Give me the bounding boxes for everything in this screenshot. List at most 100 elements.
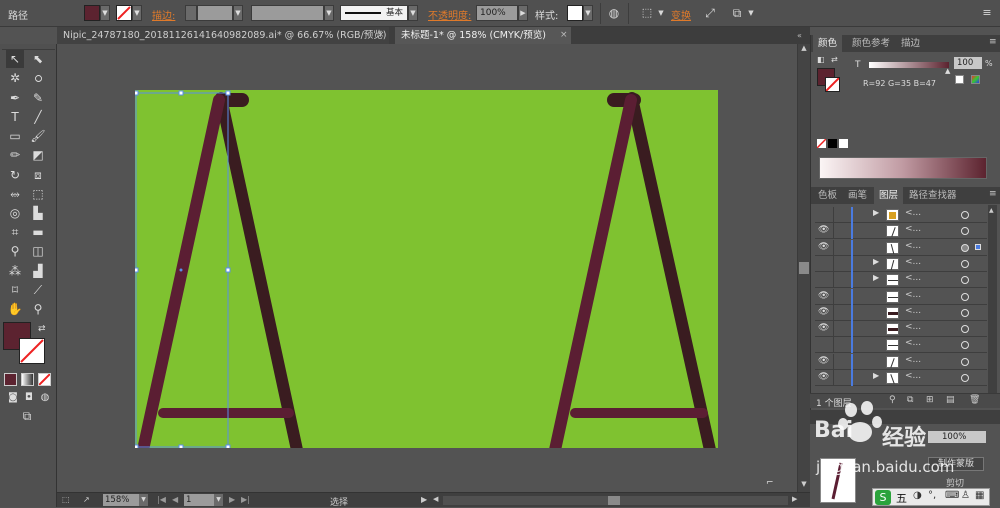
bbox-handle[interactable] (225, 267, 231, 273)
recolor-artwork-icon[interactable]: ◍ (605, 5, 623, 21)
screen-mode-icon[interactable]: ⧉ (16, 407, 38, 425)
target-circle-icon[interactable] (961, 211, 969, 219)
artboard-tool-icon[interactable]: ⌑ (6, 281, 24, 299)
opacity-label[interactable]: 不透明度: (428, 7, 471, 22)
transform-link[interactable]: 变换 (671, 7, 691, 22)
hscroll-left-icon[interactable]: ◀ (433, 495, 438, 503)
ime-mode-label[interactable]: 五 (896, 490, 907, 506)
visibility-toggle[interactable] (818, 210, 829, 219)
layers-scroll-up[interactable]: ▲ (989, 207, 996, 215)
visibility-eye-icon[interactable]: 👁 (818, 226, 829, 235)
horizontal-scroll-track[interactable] (443, 496, 788, 505)
eyedropper-tool-icon[interactable]: ⚲ (6, 242, 24, 260)
scale-tool-icon[interactable]: ⧈ (29, 166, 47, 184)
symbol-sprayer-tool-icon[interactable]: ⁂ (6, 262, 24, 280)
layer-row[interactable]: 👁 <... (815, 321, 987, 338)
slice-tool-icon[interactable]: ⟋ (29, 281, 47, 299)
layer-name[interactable]: <... (905, 355, 921, 365)
brush-definition[interactable]: 基本 (340, 5, 408, 21)
opacity-input[interactable]: 100% (476, 5, 518, 21)
layer-name[interactable]: <... (905, 290, 921, 300)
layer-name[interactable]: <... (905, 208, 921, 218)
artboard[interactable] (133, 90, 718, 456)
ime-user-icon[interactable]: ♙ (961, 490, 970, 501)
tab-document-2[interactable]: 未标题-1* @ 158% (CMYK/预览) (395, 27, 571, 44)
target-circle-icon[interactable] (961, 292, 969, 301)
bbox-handle[interactable] (225, 444, 231, 450)
bbox-handle[interactable] (225, 90, 231, 96)
expand-arrow-icon[interactable]: ▶ (873, 208, 879, 217)
transparency-thumbnail[interactable] (820, 458, 856, 503)
delete-layer-icon[interactable]: 🗑 (969, 395, 980, 405)
stroke-weight-stepper[interactable] (185, 5, 197, 21)
layer-row[interactable]: 👁 ▶ <... (815, 370, 987, 386)
hscroll-right-icon[interactable]: ▶ (792, 495, 797, 503)
layer-name[interactable]: <... (905, 371, 921, 381)
easel-front-leg[interactable] (137, 94, 225, 456)
panel-menu-icon[interactable]: ≡ (989, 189, 997, 199)
gradient-tool-icon[interactable]: ▬ (29, 223, 47, 241)
tab-overflow-icon[interactable]: « (797, 31, 802, 40)
stroke-swatch[interactable] (116, 5, 132, 21)
tab-pathfinder[interactable]: 路径查找器 (904, 187, 962, 204)
arrange-dropdown-icon[interactable]: ▼ (742, 5, 760, 21)
layer-row[interactable]: ▶ <... (815, 272, 987, 289)
layer-name[interactable]: <... (905, 306, 921, 316)
default-colors-icon[interactable]: ◧ (817, 55, 825, 64)
transparency-opacity-input[interactable]: 100% (928, 431, 986, 443)
stroke-weight-input[interactable] (197, 5, 233, 21)
easel-back-leg[interactable] (215, 92, 303, 456)
ime-toolbar[interactable]: S 五 ◑ °, ⌨ ♙ ▦ (872, 488, 990, 506)
next-artboard-icon[interactable]: ▶ (229, 495, 235, 504)
layer-name[interactable]: <... (905, 322, 921, 332)
target-circle-icon[interactable] (961, 341, 969, 350)
tint-slider-thumb[interactable]: ▲ (945, 67, 950, 75)
color-stroke-box[interactable] (825, 77, 840, 92)
scroll-thumb[interactable] (799, 262, 809, 274)
zoom-tool-icon[interactable]: ⚲ (29, 300, 47, 318)
layer-row[interactable]: 👁 <... (815, 223, 987, 240)
expand-arrow-icon[interactable]: ▶ (873, 371, 879, 380)
target-circle-icon[interactable] (961, 357, 969, 366)
color-spectrum-bar[interactable] (819, 157, 987, 179)
gradient-mode-icon[interactable] (21, 373, 34, 386)
column-graph-tool-icon[interactable]: ▟ (29, 262, 47, 280)
tab-stroke[interactable]: 描边 (896, 35, 925, 52)
mesh-tool-icon[interactable]: ⌗ (6, 223, 24, 241)
bbox-handle[interactable] (178, 444, 184, 450)
first-artboard-icon[interactable]: |◀ (157, 495, 166, 504)
target-circle-icon[interactable] (961, 276, 969, 285)
blend-tool-icon[interactable]: ◫ (29, 242, 47, 260)
perspective-grid-tool-icon[interactable]: ▙ (29, 204, 47, 222)
shape-builder-tool-icon[interactable]: ◎ (6, 204, 24, 222)
visibility-eye-icon[interactable]: 👁 (818, 242, 829, 252)
opacity-dropdown[interactable]: ▶ (518, 5, 528, 21)
layer-row[interactable]: ▶ <... (815, 207, 987, 223)
easel-back-leg[interactable] (626, 92, 716, 456)
target-circle-icon[interactable] (961, 374, 969, 382)
visibility-eye-icon[interactable]: 👁 (818, 373, 829, 382)
tint-input[interactable]: 100 (954, 57, 982, 69)
width-tool-icon[interactable]: ⥈ (6, 185, 24, 203)
make-mask-button[interactable]: 制作蒙版 (928, 457, 984, 471)
new-sublayer-icon[interactable]: ⊞ (926, 395, 934, 405)
variable-width-dropdown[interactable]: ▼ (324, 5, 334, 21)
zoom-input[interactable]: 158% (103, 494, 139, 506)
layer-name[interactable]: <... (905, 338, 921, 348)
fill-dropdown[interactable]: ▼ (100, 5, 110, 21)
easel-front-leg[interactable] (549, 94, 637, 456)
paintbrush-tool-icon[interactable]: 🖌 (29, 127, 47, 145)
new-layer-icon[interactable]: ▤ (946, 395, 955, 405)
bbox-handle[interactable] (178, 90, 184, 96)
isolate-selected-icon[interactable]: ⤢ (701, 5, 719, 21)
black-swatch[interactable] (828, 139, 837, 148)
visibility-toggle[interactable] (818, 340, 829, 349)
align-dropdown-icon[interactable]: ▼ (652, 5, 670, 21)
bbox-handle[interactable] (133, 444, 139, 450)
left-easel[interactable] (137, 92, 303, 456)
target-circle-icon[interactable] (961, 308, 969, 317)
tab-color[interactable]: 颜色 (813, 35, 843, 52)
graphic-style-swatch[interactable] (567, 5, 583, 21)
ime-skin-icon[interactable]: ▦ (975, 490, 984, 501)
target-circle-icon[interactable] (961, 243, 969, 252)
